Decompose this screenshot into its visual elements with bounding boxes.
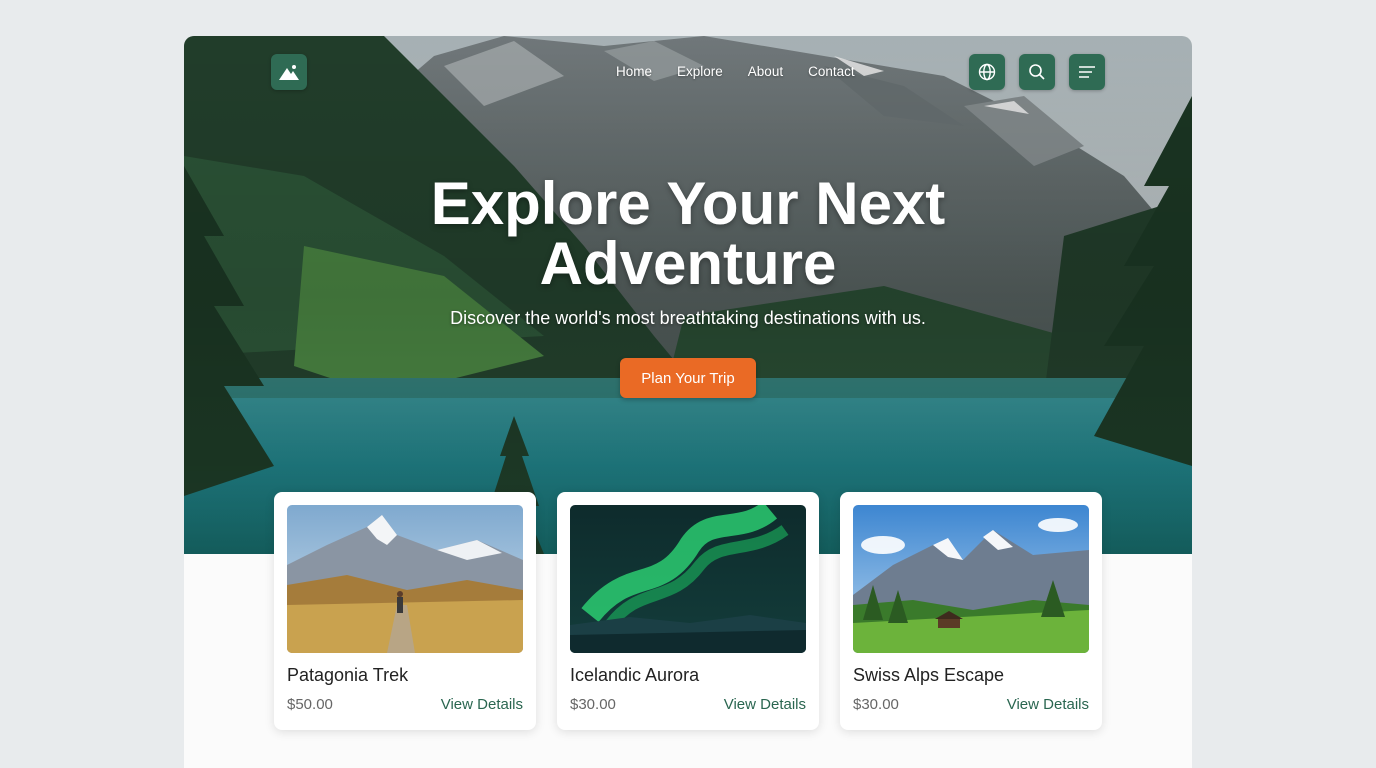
view-details-link[interactable]: View Details (724, 696, 806, 713)
view-details-link[interactable]: View Details (441, 696, 523, 713)
hero-section: Home Explore About Contact Explore Your … (184, 36, 1192, 554)
hero-title: Explore Your Next Adventure (184, 174, 1192, 294)
mountain-logo-icon (279, 65, 299, 80)
card-image-swiss-alps (853, 505, 1089, 653)
hero-title-line2: Adventure (539, 230, 837, 297)
search-button[interactable] (1019, 54, 1055, 90)
destination-card[interactable]: Patagonia Trek $50.00 View Details (274, 492, 536, 730)
hero-subtitle: Discover the world's most breathtaking d… (450, 308, 926, 328)
main-nav: Home Explore About Contact (616, 64, 880, 79)
card-title: Icelandic Aurora (570, 665, 700, 685)
card-title: Patagonia Trek (287, 665, 409, 685)
destination-card[interactable]: Icelandic Aurora $30.00 View Details (557, 492, 819, 730)
search-icon (1029, 64, 1045, 80)
card-price: $50.00 (287, 696, 333, 713)
hero-title-line1: Explore Your Next (430, 170, 946, 237)
card-price: $30.00 (853, 696, 899, 713)
globe-icon (978, 63, 996, 81)
card-image-patagonia (287, 505, 523, 653)
page-container: Home Explore About Contact Explore Your … (184, 36, 1192, 768)
nav-item-about[interactable]: About (748, 64, 783, 79)
plan-trip-button[interactable]: Plan Your Trip (620, 358, 756, 398)
view-details-link[interactable]: View Details (1007, 696, 1089, 713)
destination-card[interactable]: Swiss Alps Escape $30.00 View Details (840, 492, 1102, 730)
nav-item-explore[interactable]: Explore (677, 64, 723, 79)
language-button[interactable] (969, 54, 1005, 90)
site-logo[interactable] (271, 54, 307, 90)
card-price: $30.00 (570, 696, 616, 713)
menu-button[interactable] (1069, 54, 1105, 90)
nav-item-home[interactable]: Home (616, 64, 652, 79)
card-image-aurora (570, 505, 806, 653)
menu-icon (1079, 66, 1095, 78)
nav-item-contact[interactable]: Contact (808, 64, 855, 79)
card-title: Swiss Alps Escape (853, 665, 1005, 685)
